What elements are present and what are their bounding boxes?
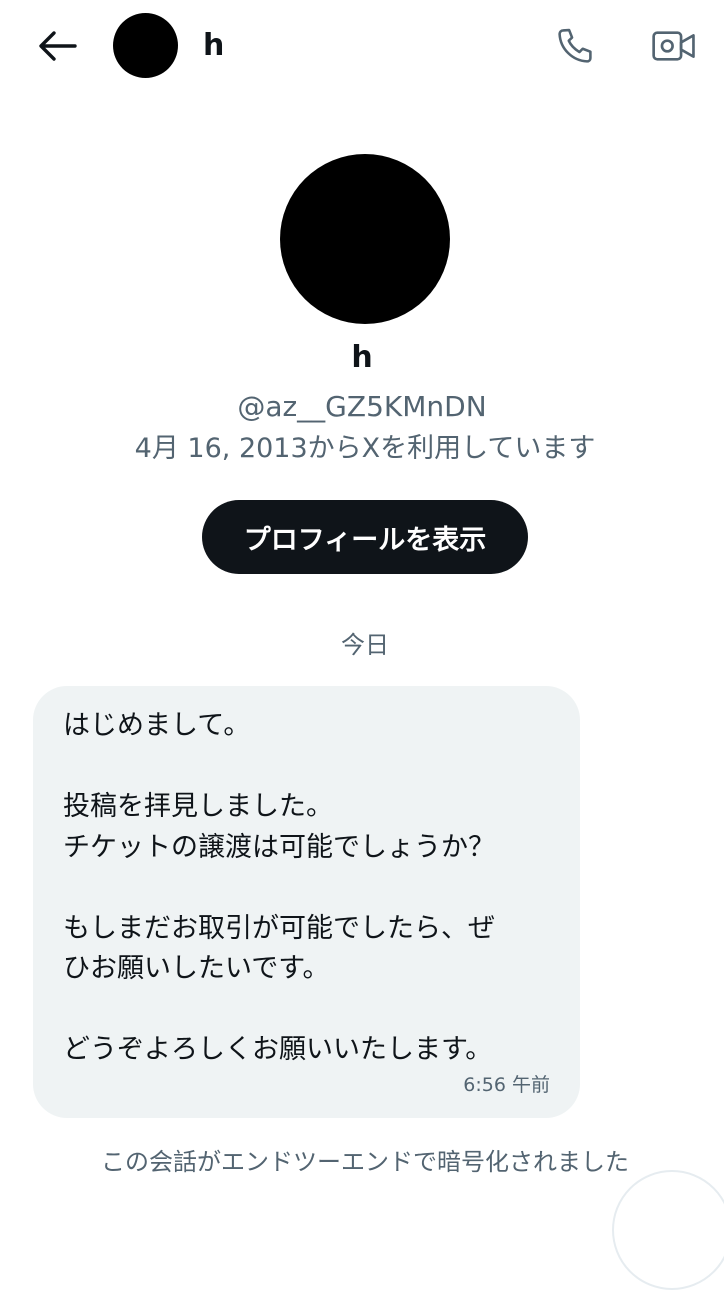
header-avatar[interactable] <box>113 13 178 78</box>
conversation-header: h <box>0 0 724 95</box>
message-bubble[interactable]: はじめまして。 投稿を拝見しました。 チケットの譲渡は可能でしょうか？ もしまだ… <box>33 686 580 1118</box>
video-camera-icon <box>652 31 695 61</box>
header-name[interactable]: h <box>203 26 224 66</box>
message-line <box>63 868 563 909</box>
message-line: チケットの譲渡は可能でしょうか？ <box>63 831 495 863</box>
message-text: はじめまして。 投稿を拝見しました。 チケットの譲渡は可能でしょうか？ もしまだ… <box>63 706 563 1071</box>
profile-name: h <box>351 340 373 375</box>
back-button[interactable] <box>34 26 80 66</box>
profile-handle: @az__GZ5KMnDN <box>237 390 487 423</box>
message-timestamp: 6:56 午前 <box>463 1074 550 1096</box>
message-line: 投稿を拝見しました。 <box>63 791 333 822</box>
message-line: もしまだお取引が可能でしたら、ぜ <box>63 912 495 944</box>
profile-joined-date: 4月 16, 2013からXを利用しています <box>134 433 596 464</box>
floating-button-edge[interactable] <box>612 1170 724 1290</box>
message-line: ひお願いしたいです。 <box>63 953 330 984</box>
phone-icon <box>558 28 592 63</box>
arrow-left-icon <box>39 31 77 61</box>
message-line: どうぞよろしくお願いいたします。 <box>63 1034 493 1065</box>
date-divider: 今日 <box>341 631 389 659</box>
call-button[interactable] <box>551 22 599 70</box>
view-profile-button[interactable]: プロフィールを表示 <box>202 500 528 574</box>
profile-avatar[interactable] <box>280 154 450 324</box>
message-line <box>63 747 563 788</box>
video-call-button[interactable] <box>650 22 698 70</box>
message-line <box>63 990 563 1031</box>
encryption-note: この会話がエンドツーエンドで暗号化されました <box>101 1148 629 1176</box>
message-line: はじめまして。 <box>63 710 251 741</box>
